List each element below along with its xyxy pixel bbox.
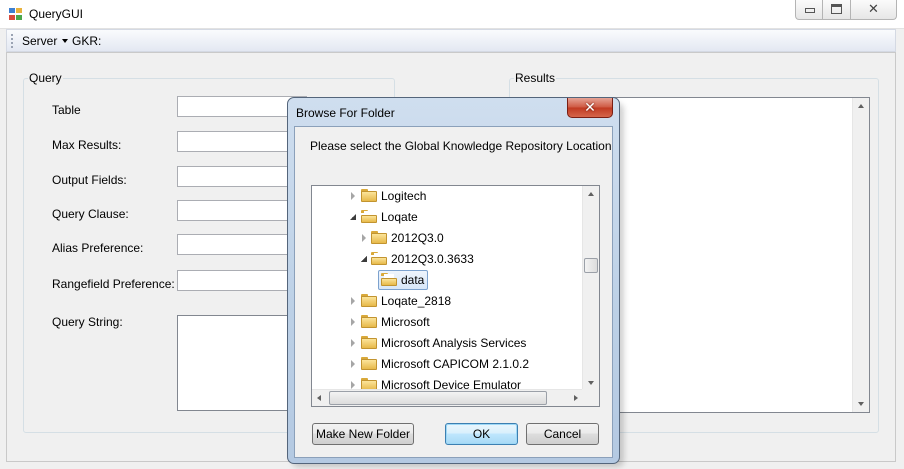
scrollbar-corner <box>582 389 599 406</box>
dialog-title: Browse For Folder <box>296 106 395 120</box>
tree-item-label: Microsoft CAPICOM 2.1.0.2 <box>381 357 530 371</box>
app-icon <box>9 8 23 21</box>
maximize-button[interactable] <box>823 0 851 20</box>
results-vertical-scrollbar[interactable] <box>852 98 869 412</box>
tree-item-label: Loqate <box>381 210 418 224</box>
scroll-left-icon[interactable] <box>317 395 321 401</box>
chevron-down-icon <box>62 39 69 43</box>
folder-icon <box>361 294 377 307</box>
ok-button[interactable]: OK <box>445 423 518 445</box>
maximize-icon <box>831 4 842 14</box>
tree-item[interactable]: 2012Q3.0.3633 <box>312 249 582 269</box>
folder-icon <box>371 231 387 244</box>
open-folder-icon <box>381 273 397 286</box>
tree-item[interactable]: Microsoft CAPICOM 2.1.0.2 <box>312 354 582 374</box>
rangefield-preference-label: Rangefield Preference: <box>52 277 175 291</box>
tree-item-label: Microsoft Analysis Services <box>381 336 527 350</box>
tree-item-label: Logitech <box>381 189 427 203</box>
make-new-folder-button[interactable]: Make New Folder <box>312 423 414 445</box>
minimize-button[interactable] <box>795 0 823 20</box>
tree-item[interactable]: Loqate_2818 <box>312 291 582 311</box>
tree-item-label: Loqate_2818 <box>381 294 452 308</box>
gkr-menu[interactable]: GKR: <box>72 34 101 48</box>
scroll-up-icon[interactable] <box>588 192 594 196</box>
scroll-down-icon[interactable] <box>858 402 864 406</box>
folder-icon <box>361 189 377 202</box>
tree-item-selected[interactable]: data <box>312 270 582 290</box>
title-bar[interactable]: QueryGUI ✕ <box>0 0 904 29</box>
folder-icon <box>361 315 377 328</box>
scroll-down-icon[interactable] <box>588 381 594 385</box>
tree-item-label: 2012Q3.0.3633 <box>391 252 474 266</box>
minimize-icon <box>805 8 815 13</box>
query-group-label: Query <box>29 71 62 85</box>
tree-item-label: 2012Q3.0 <box>391 231 444 245</box>
folder-icon <box>361 357 377 370</box>
open-folder-icon <box>361 210 377 223</box>
expand-icon[interactable] <box>351 297 355 305</box>
alias-preference-label: Alias Preference: <box>52 241 144 255</box>
folder-icon <box>361 336 377 349</box>
tree-item[interactable]: Logitech <box>312 186 582 206</box>
query-clause-label: Query Clause: <box>52 207 129 221</box>
expand-icon[interactable] <box>351 318 355 326</box>
tree-item-label: Microsoft <box>381 315 430 329</box>
table-label: Table <box>52 103 81 117</box>
dialog-close-button[interactable]: ✕ <box>567 98 613 118</box>
scroll-right-icon[interactable] <box>574 395 578 401</box>
expand-icon[interactable] <box>362 234 366 242</box>
close-button[interactable]: ✕ <box>851 0 897 20</box>
expand-icon[interactable] <box>351 339 355 347</box>
collapse-icon[interactable] <box>350 214 356 220</box>
close-icon: ✕ <box>584 99 596 115</box>
tree-item[interactable]: Loqate <box>312 207 582 227</box>
dialog-prompt: Please select the Global Knowledge Repos… <box>310 139 612 153</box>
collapse-icon[interactable] <box>361 256 367 262</box>
cancel-button[interactable]: Cancel <box>526 423 599 445</box>
server-menu[interactable]: Server <box>22 34 69 48</box>
tree-item[interactable]: Microsoft Analysis Services <box>312 333 582 353</box>
folder-tree[interactable]: Logitech Loqate 2012Q3.0 2012Q3.0.3633 d… <box>311 185 600 407</box>
browse-folder-dialog: Browse For Folder ✕ Please select the Gl… <box>287 97 620 464</box>
tree-item-label: data <box>401 273 425 287</box>
scroll-up-icon[interactable] <box>858 104 864 108</box>
tree-scroll-thumb[interactable] <box>584 258 598 273</box>
close-icon: ✕ <box>868 1 879 16</box>
results-group-label: Results <box>515 71 556 85</box>
expand-icon[interactable] <box>351 381 355 389</box>
expand-icon[interactable] <box>351 360 355 368</box>
query-string-label: Query String: <box>52 315 123 329</box>
open-folder-icon <box>371 252 387 265</box>
window-title: QueryGUI <box>29 7 84 21</box>
dialog-body: Please select the Global Knowledge Repos… <box>294 126 613 458</box>
toolstrip-grip[interactable] <box>11 34 13 48</box>
menu-bar: Server GKR: <box>6 29 896 52</box>
max-results-label: Max Results: <box>52 138 122 152</box>
tree-vertical-scrollbar[interactable] <box>582 186 599 391</box>
tree-hscroll-thumb[interactable] <box>329 391 547 405</box>
tree-item[interactable]: Microsoft <box>312 312 582 332</box>
output-fields-label: Output Fields: <box>52 173 127 187</box>
expand-icon[interactable] <box>351 192 355 200</box>
tree-item[interactable]: 2012Q3.0 <box>312 228 582 248</box>
server-menu-label: Server <box>22 34 58 48</box>
tree-horizontal-scrollbar[interactable] <box>312 389 584 406</box>
